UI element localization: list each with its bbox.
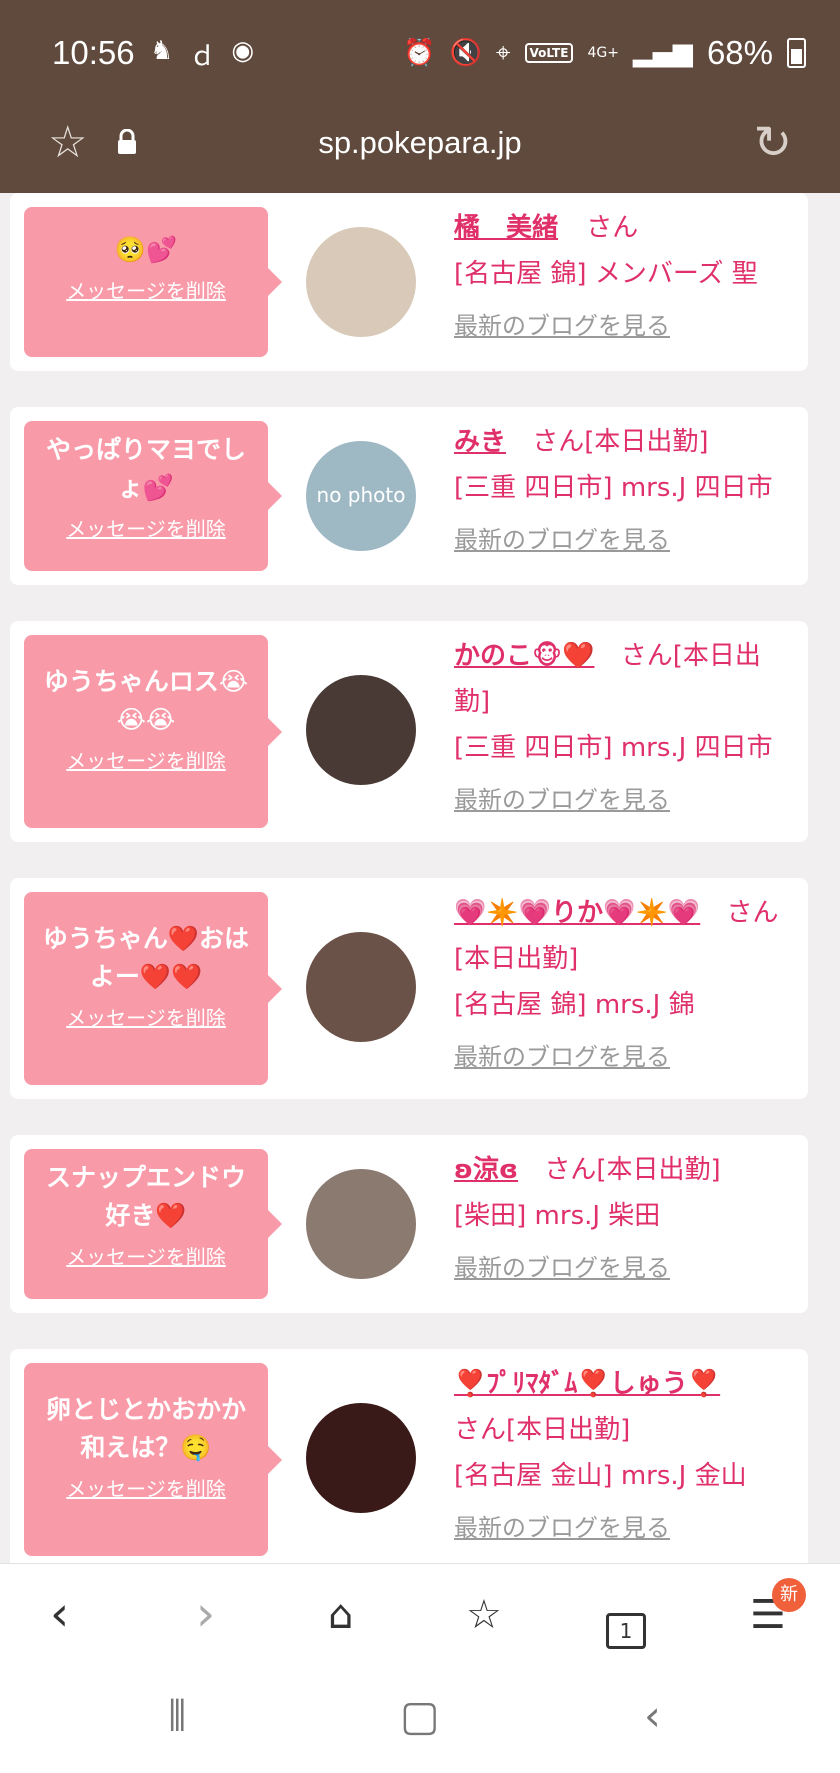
status-bar: 10:56 ♞ ｄ ◉ ⏰ 🔇 ⌖ VoLTE 4G+ ▂▄▆ 68%: [0, 0, 840, 105]
status-indicators: ⏰ 🔇 ⌖ VoLTE 4G+ ▂▄▆ 68%: [403, 34, 806, 72]
network-type: 4G+: [587, 45, 619, 61]
cast-name-suffix: さん: [586, 213, 639, 243]
notification-icon: ♞: [150, 36, 174, 66]
message-bubble: ゆうちゃんロス😭😭😭 メッセージを削除: [24, 635, 282, 828]
message-text: ゆうちゃん❤️おはよー❤️❤️: [42, 924, 250, 991]
system-nav-bar: ⦀ ▢ ‹: [0, 1663, 840, 1773]
message-text: 卵とじとかおかか和えは？🤤: [45, 1395, 246, 1462]
cast-name-link[interactable]: みき: [454, 427, 506, 457]
shop-info: [名古屋 金山] mrs.J 金山: [454, 1461, 747, 1491]
system-back-icon[interactable]: ‹: [644, 1691, 661, 1740]
blog-link[interactable]: 最新のブログを見る: [454, 517, 794, 563]
blog-link[interactable]: 最新のブログを見る: [454, 777, 794, 823]
notification-icon: ◉: [231, 36, 255, 66]
tabs-button[interactable]: 1: [606, 1594, 646, 1650]
cast-name-link[interactable]: ❣️ﾌﾟﾘﾏﾀﾞﾑ❣️しゅう❣️: [454, 1369, 720, 1399]
cast-name-suffix: さん[本日出勤]: [532, 427, 709, 457]
shop-info: [柴田] mrs.J 柴田: [454, 1201, 661, 1231]
cast-info: 💗✴️💗りか💗✴️💗 さん[本日出勤] [名古屋 錦] mrs.J 錦 最新のブ…: [454, 890, 794, 1080]
reload-icon[interactable]: ↻: [753, 115, 792, 169]
cast-name-link[interactable]: 💗✴️💗りか💗✴️💗: [454, 898, 700, 928]
cast-info: みき さん[本日出勤] [三重 四日市] mrs.J 四日市 最新のブログを見る: [454, 419, 794, 563]
message-card: 卵とじとかおかか和えは？🤤 メッセージを削除 ❣️ﾌﾟﾘﾏﾀﾞﾑ❣️しゅう❣️ …: [10, 1349, 808, 1570]
blog-link[interactable]: 最新のブログを見る: [454, 1505, 794, 1551]
cast-name-link[interactable]: かのこ🐵❤️: [454, 641, 594, 671]
message-card: ゆうちゃん❤️おはよー❤️❤️ メッセージを削除 💗✴️💗りか💗✴️💗 さん[本…: [10, 878, 808, 1099]
message-bubble: やっぱりマヨでしょ💕 メッセージを削除: [24, 421, 282, 571]
blog-link[interactable]: 最新のブログを見る: [454, 1245, 794, 1291]
volte-icon: VoLTE: [524, 43, 574, 63]
battery-icon: [787, 38, 806, 68]
shop-info: [三重 四日市] mrs.J 四日市: [454, 733, 773, 763]
battery-percent: 68%: [706, 34, 773, 71]
cast-name-link[interactable]: ʚ涼ɞ: [454, 1155, 518, 1185]
cast-name-suffix: さん[本日出勤]: [454, 1415, 631, 1445]
cast-name-suffix: さん[本日出勤]: [544, 1155, 721, 1185]
cast-name-link[interactable]: 橘 美緒: [454, 213, 558, 243]
delete-message-link[interactable]: メッセージを削除: [66, 745, 226, 774]
delete-message-link[interactable]: メッセージを削除: [66, 275, 226, 304]
blog-link[interactable]: 最新のブログを見る: [454, 1034, 794, 1080]
avatar[interactable]: [306, 932, 416, 1042]
tab-count: 1: [606, 1613, 646, 1649]
delete-message-link[interactable]: メッセージを削除: [66, 1473, 226, 1502]
message-bubble: スナップエンドウ好き❤️ メッセージを削除: [24, 1149, 282, 1299]
cast-info: ʚ涼ɞ さん[本日出勤] [柴田] mrs.J 柴田 最新のブログを見る: [454, 1147, 794, 1291]
shop-info: [名古屋 錦] mrs.J 錦: [454, 990, 695, 1020]
shop-info: [名古屋 錦] メンバーズ 聖: [454, 259, 758, 289]
message-card: やっぱりマヨでしょ💕 メッセージを削除 no photo みき さん[本日出勤]…: [10, 407, 808, 585]
bookmarks-icon[interactable]: ☆: [466, 1592, 502, 1638]
browser-url-bar: ☆ sp.pokepara.jp ↻: [0, 105, 840, 193]
mute-icon: 🔇: [449, 38, 482, 68]
home-icon[interactable]: ⌂: [328, 1592, 353, 1638]
avatar[interactable]: [306, 1403, 416, 1513]
message-text: やっぱりマヨでしょ💕: [45, 435, 246, 502]
delete-message-link[interactable]: メッセージを削除: [66, 1002, 226, 1031]
message-card: ゆうちゃんロス😭😭😭 メッセージを削除 かのこ🐵❤️ さん[本日出勤] [三重 …: [10, 621, 808, 842]
cast-info: ❣️ﾌﾟﾘﾏﾀﾞﾑ❣️しゅう❣️ さん[本日出勤] [名古屋 金山] mrs.J…: [454, 1361, 794, 1551]
message-text: 🥺💕: [114, 235, 178, 264]
recent-apps-icon[interactable]: ⦀: [168, 1691, 186, 1741]
notification-icons: ♞ ｄ ◉: [150, 36, 254, 73]
browser-bottom-nav: ‹ › ⌂ ☆ 1 ☰ 新: [0, 1563, 840, 1664]
no-photo-label: no photo: [316, 483, 406, 507]
message-bubble: ゆうちゃん❤️おはよー❤️❤️ メッセージを削除: [24, 892, 282, 1085]
delete-message-link[interactable]: メッセージを削除: [66, 513, 226, 542]
signal-icon: ▂▄▆: [632, 38, 693, 68]
notification-icon: ｄ: [189, 42, 216, 72]
avatar[interactable]: [306, 1169, 416, 1279]
new-badge: 新: [772, 1578, 806, 1612]
shop-info: [三重 四日市] mrs.J 四日市: [454, 473, 773, 503]
message-text: スナップエンドウ好き❤️: [45, 1163, 246, 1230]
url-text[interactable]: sp.pokepara.jp: [0, 125, 840, 161]
message-card: 🥺💕 メッセージを削除 橘 美緒 さん [名古屋 錦] メンバーズ 聖 最新のブ…: [10, 193, 808, 371]
back-icon[interactable]: ‹: [50, 1586, 69, 1642]
home-button-icon[interactable]: ▢: [400, 1691, 440, 1740]
location-icon: ⌖: [495, 37, 511, 68]
avatar[interactable]: [306, 675, 416, 785]
avatar[interactable]: no photo: [306, 441, 416, 551]
status-time: 10:56: [52, 34, 135, 71]
avatar[interactable]: [306, 227, 416, 337]
message-bubble: 🥺💕 メッセージを削除: [24, 207, 282, 357]
cast-info: かのこ🐵❤️ さん[本日出勤] [三重 四日市] mrs.J 四日市 最新のブロ…: [454, 633, 794, 823]
cast-info: 橘 美緒 さん [名古屋 錦] メンバーズ 聖 最新のブログを見る: [454, 205, 794, 349]
message-bubble: 卵とじとかおかか和えは？🤤 メッセージを削除: [24, 1363, 282, 1556]
forward-icon[interactable]: ›: [196, 1586, 215, 1642]
alarm-icon: ⏰: [403, 38, 436, 68]
blog-link[interactable]: 最新のブログを見る: [454, 303, 794, 349]
message-card: スナップエンドウ好き❤️ メッセージを削除 ʚ涼ɞ さん[本日出勤] [柴田] …: [10, 1135, 808, 1313]
delete-message-link[interactable]: メッセージを削除: [66, 1241, 226, 1270]
message-text: ゆうちゃんロス😭😭😭: [43, 667, 249, 734]
